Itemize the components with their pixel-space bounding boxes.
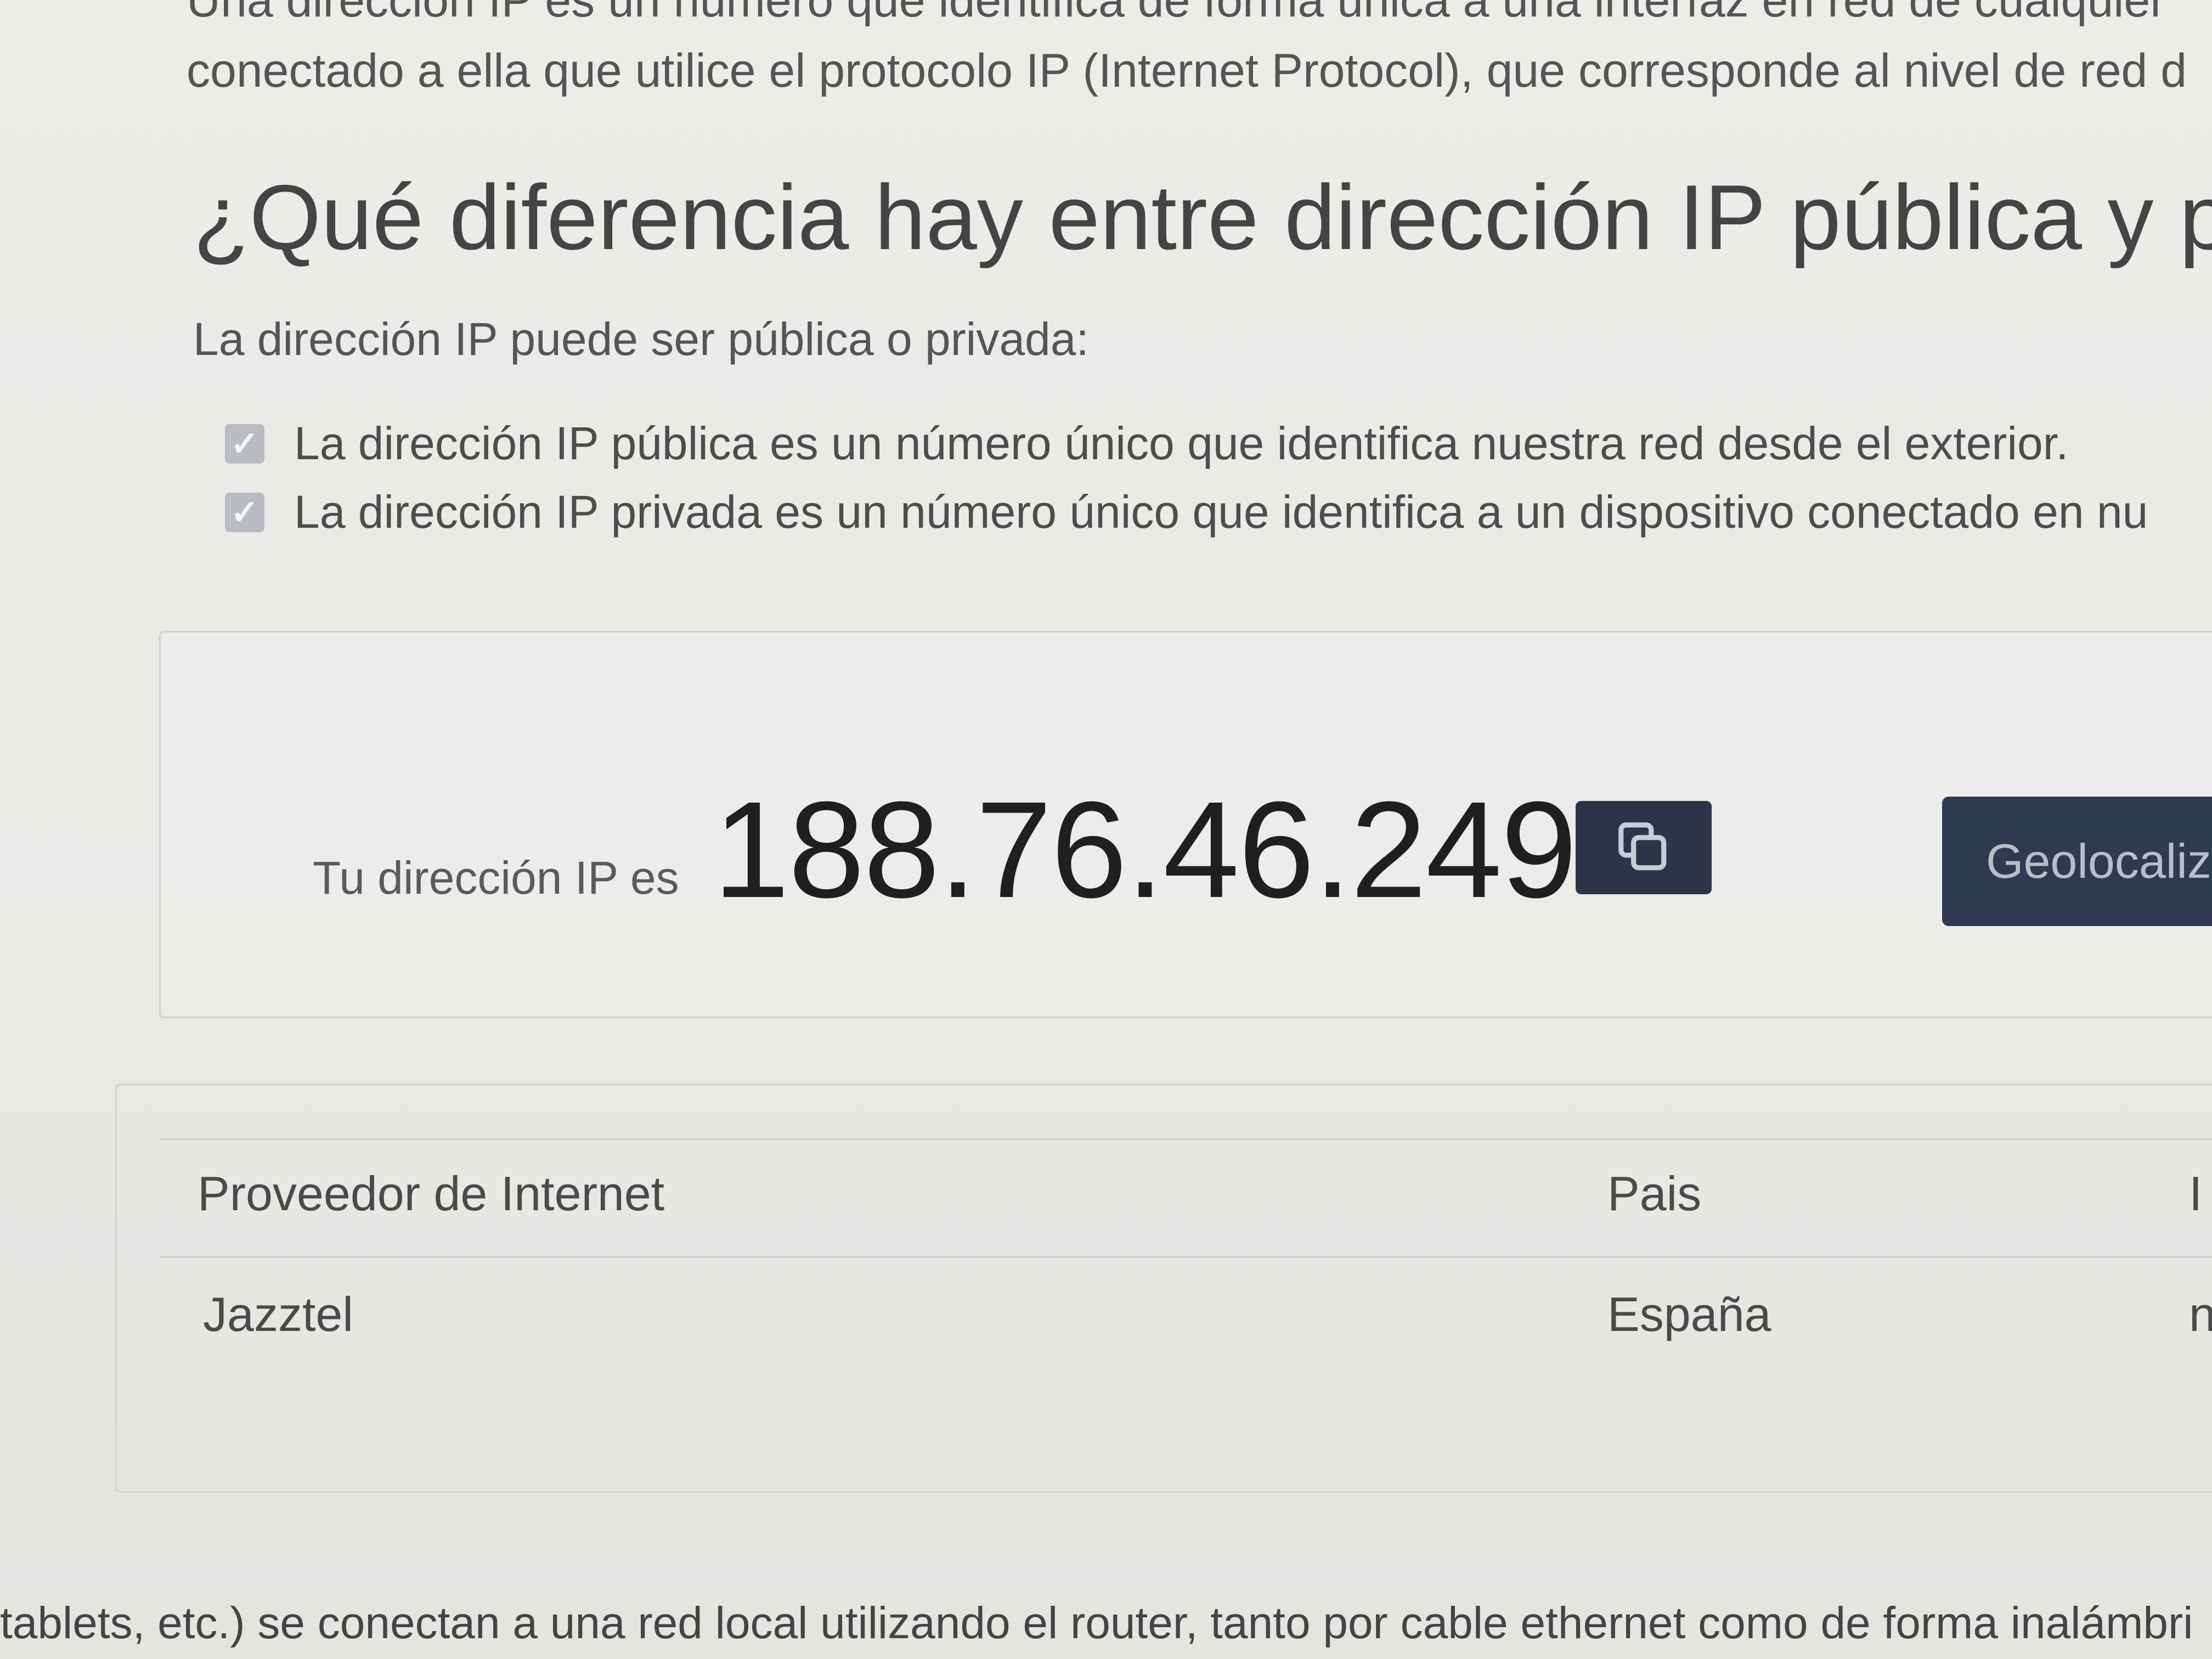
copy-button[interactable] (1576, 801, 1712, 894)
info-table (115, 1084, 2212, 1493)
checkbox-icon: ✓ (225, 424, 264, 464)
list-item: ✓ La dirección IP pública es un número ú… (225, 417, 2068, 470)
ip-label: Tu dirección IP es (313, 852, 679, 904)
section-lead: La dirección IP puede ser pública o priv… (193, 313, 1089, 365)
checkbox-icon: ✓ (225, 492, 264, 532)
table-header-third: I (2189, 1166, 2203, 1221)
table-divider (159, 1256, 2212, 1258)
footer-paragraph: tablets, etc.) se conectan a una red loc… (0, 1598, 2193, 1648)
table-divider (159, 1138, 2212, 1140)
table-cell-country: España (1607, 1287, 1771, 1341)
list-item-text: La dirección IP pública es un número úni… (294, 417, 2069, 469)
ip-address-value[interactable]: 188.76.46.249 (713, 771, 1577, 928)
table-header-country: Pais (1607, 1166, 1702, 1221)
intro-paragraph-line-2: conectado a ella que utilice el protocol… (187, 44, 2187, 97)
page: Una dirección IP es un número que identi… (0, 0, 2212, 1659)
intro-paragraph-line-1: Una dirección IP es un número que identi… (187, 0, 2166, 27)
table-header-isp: Proveedor de Internet (198, 1166, 665, 1221)
geolocate-button[interactable]: Geolocaliza (1942, 797, 2212, 926)
section-heading: ¿Qué diferencia hay entre dirección IP p… (193, 166, 2212, 269)
copy-icon (1618, 822, 1667, 871)
table-cell-isp: Jazztel (203, 1287, 353, 1341)
list-item: ✓ La dirección IP privada es un número ú… (225, 486, 2148, 539)
table-cell-third: n (2189, 1287, 2212, 1341)
list-item-text: La dirección IP privada es un número úni… (294, 486, 2148, 538)
